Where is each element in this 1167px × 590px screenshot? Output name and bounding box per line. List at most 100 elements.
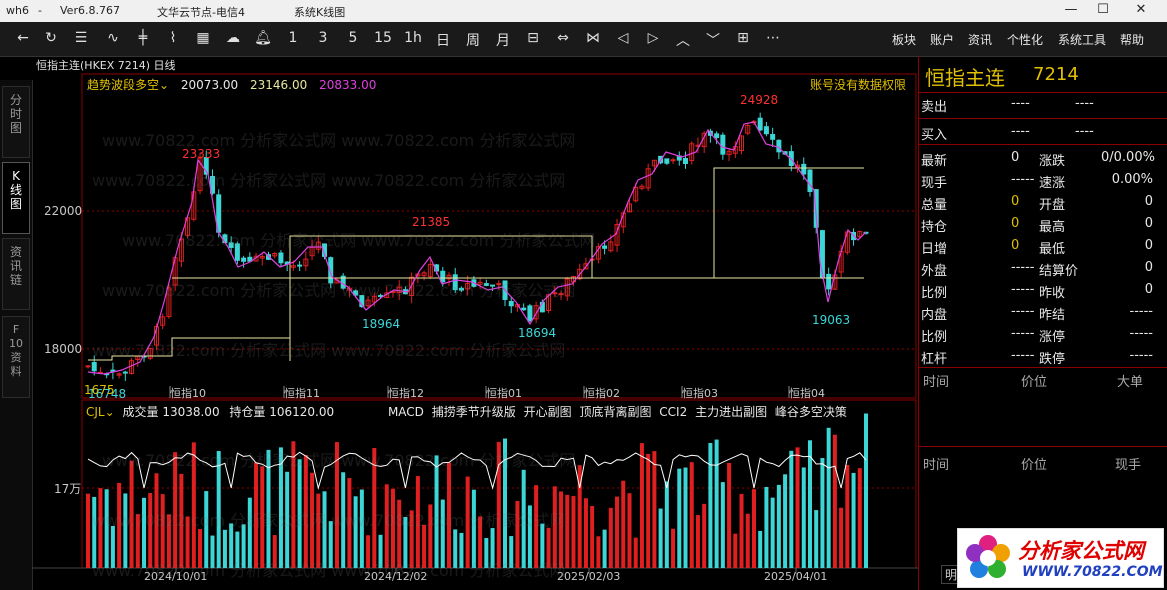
- zoom-out-icon[interactable]: ﹀: [702, 30, 724, 50]
- zoom-in-icon[interactable]: ︿: [672, 30, 694, 50]
- chevron-down-icon[interactable]: ⌄: [105, 405, 115, 419]
- maximize-button[interactable]: ☐: [1090, 2, 1116, 20]
- chevron-down-icon[interactable]: ⌄: [159, 78, 169, 92]
- watermark-text: www.70822.com 分析家公式网 www.70822.com 分析家公式…: [92, 341, 565, 360]
- quote-value: 0: [1011, 194, 1020, 209]
- sub-fenggu[interactable]: 峰谷多空决策: [775, 405, 847, 419]
- sub-cci2[interactable]: CCI2: [659, 405, 687, 419]
- symbol-header[interactable]: 恒指主连(HKEX 7214) 日线: [36, 57, 176, 73]
- tab-kline[interactable]: K线图: [2, 162, 30, 234]
- sub-kaixin[interactable]: 开心副图: [524, 405, 572, 419]
- menu-account[interactable]: 账户: [930, 31, 954, 48]
- menu-sector[interactable]: 板块: [892, 31, 916, 48]
- tab-timeshare[interactable]: 分时图: [2, 86, 30, 158]
- buy-label: 买入: [921, 128, 948, 143]
- quote-label: 总量: [921, 198, 948, 213]
- volume-bar: [615, 496, 620, 568]
- candle: [770, 134, 776, 140]
- period-month[interactable]: 月: [492, 30, 514, 50]
- arrow-right-icon[interactable]: ▷: [642, 30, 664, 46]
- volume-bar: [857, 468, 862, 568]
- period-1h[interactable]: 1h: [402, 30, 424, 46]
- sub-zhuli[interactable]: 主力进出副图: [695, 405, 767, 419]
- vol-indicator-name[interactable]: CJL: [86, 405, 105, 419]
- indicator-value-2: 23146.00: [250, 78, 308, 92]
- tab-newschain[interactable]: 资讯链: [2, 238, 30, 310]
- shrink-h-icon[interactable]: ⋈: [582, 30, 604, 46]
- price-mark: 21385: [412, 215, 450, 229]
- quote-value: 0: [1144, 216, 1153, 231]
- quote-value: -----: [1129, 304, 1153, 319]
- expand-h-icon[interactable]: ⇔: [552, 30, 574, 46]
- cloud-icon[interactable]: ☁: [222, 30, 244, 46]
- candle: [85, 365, 91, 368]
- volume-bar: [801, 467, 806, 568]
- period-day[interactable]: 日: [432, 30, 454, 50]
- volume-bar: [160, 494, 165, 568]
- price-mark: 24928: [740, 93, 778, 107]
- menu-news[interactable]: 资讯: [968, 31, 992, 48]
- menu-tools[interactable]: 系统工具: [1058, 31, 1106, 48]
- line-chart-icon[interactable]: ∿: [102, 30, 124, 46]
- candle: [801, 163, 807, 175]
- logo-text: 分析家公式网: [1018, 539, 1144, 563]
- quote-value: -----: [1129, 348, 1153, 363]
- candle: [683, 158, 689, 165]
- volume-bar: [608, 507, 613, 568]
- bell-icon[interactable]: 🔔︎: [252, 30, 274, 46]
- list-icon[interactable]: ☰: [70, 30, 92, 46]
- volume-bar: [571, 496, 576, 568]
- month-label: 恒指12: [388, 386, 424, 400]
- indicator-label[interactable]: 趋势波段多空: [87, 78, 159, 92]
- select-icon[interactable]: ⊟: [522, 30, 544, 46]
- candle: [297, 264, 303, 267]
- flower-logo-icon: [966, 535, 1010, 578]
- refresh-icon[interactable]: ↻: [40, 30, 62, 46]
- period-3[interactable]: 3: [312, 30, 334, 46]
- volume-bar: [770, 497, 775, 568]
- quote-value: 0: [1011, 216, 1020, 231]
- quote-value: -----: [1011, 282, 1035, 297]
- volume-bar: [677, 468, 682, 568]
- candlestick-icon[interactable]: ╪: [132, 30, 154, 46]
- close-button[interactable]: ✕: [1128, 2, 1154, 20]
- open-interest-value: 持仓量 106120.00: [229, 405, 335, 419]
- minimize-button[interactable]: —: [1058, 2, 1084, 20]
- period-1[interactable]: 1: [282, 30, 304, 46]
- quote-value: -----: [1011, 260, 1035, 275]
- arrow-left-icon[interactable]: ◁: [612, 30, 634, 46]
- volume-bar: [646, 453, 651, 568]
- candle: [527, 305, 533, 322]
- period-week[interactable]: 周: [462, 30, 484, 50]
- quote-value: -----: [1011, 304, 1035, 319]
- sub-dingdi[interactable]: 顶底背离副图: [579, 405, 651, 419]
- volume-bar: [86, 493, 90, 568]
- volume-bar: [92, 496, 97, 568]
- volume-bar: [639, 443, 644, 568]
- tick-chart-icon[interactable]: ⌇: [162, 30, 184, 46]
- month-label: 恒指11: [284, 386, 320, 400]
- quote-label: 最低: [1039, 242, 1066, 257]
- volume-bar: [440, 499, 445, 568]
- sub-buhuo[interactable]: 捕捞季节升级版: [432, 405, 516, 419]
- menu-help[interactable]: 帮助: [1120, 31, 1144, 48]
- crosshair-icon[interactable]: ⊞: [732, 30, 754, 46]
- quote-value: 0: [1144, 194, 1153, 209]
- sub-macd[interactable]: MACD: [388, 405, 424, 419]
- menu-personalize[interactable]: 个性化: [1007, 31, 1043, 48]
- contract-code: 7214: [1033, 64, 1079, 85]
- period-5[interactable]: 5: [342, 30, 364, 46]
- chart-area[interactable]: 22000 18000 17万 恒指10 恒指11 恒指12 恒指01 恒指02 恒指03 恒指0…: [32, 56, 918, 586]
- tab-f10[interactable]: F 10 资料: [2, 316, 30, 398]
- left-tabs: 分时图 K线图 资讯链 F 10 资料: [0, 80, 33, 590]
- volume-bar: [583, 498, 588, 568]
- back-icon[interactable]: ←: [12, 30, 34, 46]
- quote-value: 0: [1144, 282, 1153, 297]
- y-label: 22000: [44, 204, 82, 218]
- indicator-value-1: 20073.00: [180, 78, 239, 92]
- more-icon[interactable]: ⋯: [762, 30, 784, 46]
- screen-icon[interactable]: ▦: [192, 30, 214, 46]
- volume-bar: [820, 458, 825, 568]
- period-15[interactable]: 15: [372, 30, 394, 46]
- quote-label: 外盘: [921, 264, 948, 279]
